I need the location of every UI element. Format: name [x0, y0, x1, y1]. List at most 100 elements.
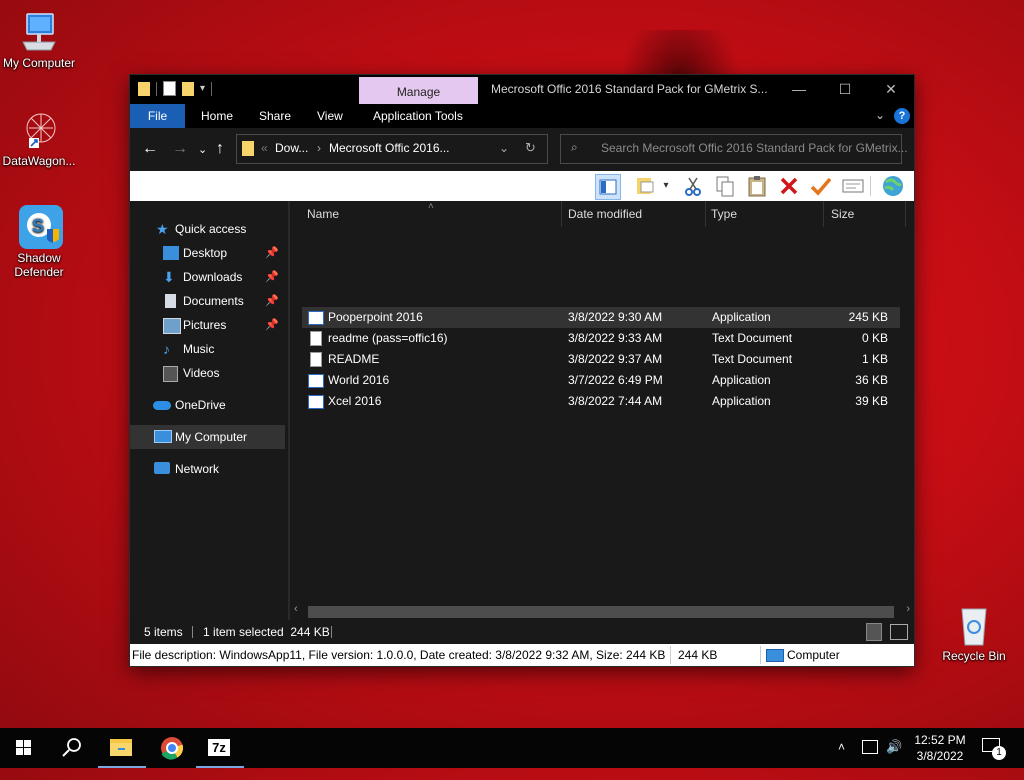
details-view-button[interactable]: [866, 623, 882, 641]
nav-downloads[interactable]: ⬇ Downloads 📌: [130, 265, 285, 289]
pin-icon[interactable]: 📌: [265, 289, 279, 313]
scroll-right-icon[interactable]: ›: [906, 603, 910, 615]
ribbon-tabs: File Home Share View Application Tools ⌄…: [130, 104, 914, 128]
file-description: File description: WindowsApp11, File ver…: [132, 648, 666, 662]
cut-icon[interactable]: [681, 174, 705, 198]
paste-icon[interactable]: [745, 174, 769, 198]
clock[interactable]: 12:52 PM 3/8/2022: [910, 732, 970, 772]
taskbar-7zip[interactable]: 7z: [196, 728, 244, 768]
back-button[interactable]: ←: [142, 140, 158, 158]
nav-label: Desktop: [183, 246, 228, 260]
desktop-icon-datawagon[interactable]: DataWagon...: [0, 108, 79, 168]
file-size: 0 KB: [861, 331, 888, 345]
tab-file[interactable]: File: [130, 104, 185, 128]
file-name: Pooperpoint 2016: [328, 310, 423, 324]
table-row[interactable]: readme (pass=offic16) 3/8/2022 9:33 AM T…: [302, 328, 900, 349]
scroll-left-icon[interactable]: ‹: [294, 603, 298, 615]
network-tray-icon[interactable]: [862, 740, 878, 754]
new-folder-icon[interactable]: [182, 81, 194, 96]
taskbar-chrome[interactable]: [148, 728, 196, 768]
globe-icon[interactable]: [881, 174, 905, 198]
breadcrumb-overflow-icon[interactable]: «: [261, 141, 268, 155]
computer-icon: [17, 10, 61, 54]
file-name: readme (pass=offic16): [328, 331, 448, 345]
table-row[interactable]: README 3/8/2022 9:37 AM Text Document 1 …: [302, 349, 900, 370]
pin-icon[interactable]: 📌: [265, 241, 279, 265]
new-item-dropdown-icon[interactable]: ▾: [660, 174, 672, 198]
taskbar-file-explorer[interactable]: [98, 728, 146, 768]
scrollbar-thumb[interactable]: [308, 606, 894, 618]
breadcrumb-separator-icon[interactable]: ›: [317, 141, 321, 155]
file-date: 3/7/2022 6:49 PM: [568, 373, 663, 387]
nav-label: Network: [175, 462, 220, 476]
expand-ribbon-icon[interactable]: ⌄: [875, 108, 885, 122]
nav-music[interactable]: ♪ Music: [130, 337, 285, 361]
nav-network[interactable]: Network: [130, 457, 285, 481]
nav-quick-access[interactable]: ★ Quick access: [130, 217, 285, 241]
nav-pictures[interactable]: Pictures 📌: [130, 313, 285, 337]
command-toolbar: ▾: [130, 171, 914, 201]
file-size: 245 KB: [848, 310, 888, 324]
preview-pane-icon[interactable]: [595, 174, 621, 200]
customize-qat-icon[interactable]: ▾: [200, 83, 205, 94]
recent-locations-button[interactable]: ⌄: [198, 143, 207, 156]
large-icons-view-button[interactable]: [890, 624, 908, 640]
address-bar[interactable]: « Dow... › Mecrosoft Offic 2016... ⌄ ↻: [236, 134, 548, 164]
desktop-icon-shadow-defender[interactable]: S Shadow Defender: [0, 205, 79, 279]
tab-share[interactable]: Share: [245, 104, 305, 128]
maximize-button[interactable]: ☐: [822, 75, 868, 104]
folder-icon[interactable]: [138, 81, 150, 96]
tab-manage[interactable]: Manage: [359, 77, 478, 104]
table-row[interactable]: Xcel 2016 3/8/2022 7:44 AM Application 3…: [302, 391, 900, 412]
recycle-bin-icon: [952, 603, 996, 647]
nav-label: Videos: [183, 366, 220, 380]
breadcrumb-item[interactable]: Dow...: [275, 141, 308, 155]
volume-icon[interactable]: 🔊: [886, 739, 902, 779]
show-hidden-icons-button[interactable]: ˄: [838, 740, 845, 780]
table-row[interactable]: World 2016 3/7/2022 6:49 PM Application …: [302, 370, 900, 391]
address-dropdown-icon[interactable]: ⌄: [499, 141, 509, 155]
properties-icon[interactable]: [163, 81, 176, 96]
nav-desktop[interactable]: Desktop 📌: [130, 241, 285, 265]
help-icon[interactable]: ?: [894, 108, 910, 124]
up-button[interactable]: ↑: [216, 140, 224, 158]
column-header-name[interactable]: Name: [307, 201, 562, 227]
forward-button[interactable]: →: [172, 140, 188, 158]
nav-my-computer[interactable]: My Computer: [130, 425, 285, 449]
pin-icon[interactable]: 📌: [265, 265, 279, 289]
network-icon: [154, 462, 170, 474]
pin-icon[interactable]: 📌: [265, 313, 279, 337]
file-description-bar: File description: WindowsApp11, File ver…: [130, 644, 914, 666]
checkmark-icon[interactable]: [809, 174, 833, 198]
breadcrumb-item[interactable]: Mecrosoft Offic 2016...: [329, 141, 450, 155]
search-input[interactable]: ⌕ Search Mecrosoft Offic 2016 Standard P…: [560, 134, 908, 164]
file-size-status: 244 KB: [678, 648, 718, 662]
desktop-icon-my-computer[interactable]: My Computer: [0, 10, 79, 70]
tab-application-tools[interactable]: Application Tools: [359, 104, 477, 128]
nav-videos[interactable]: Videos: [130, 361, 285, 385]
copy-icon[interactable]: [713, 174, 737, 198]
svg-text:S: S: [32, 216, 44, 236]
minimize-button[interactable]: —: [776, 75, 822, 104]
nav-documents[interactable]: Documents 📌: [130, 289, 285, 313]
nav-onedrive[interactable]: OneDrive: [130, 393, 285, 417]
desktop-icon-label: Recycle Bin: [942, 649, 1006, 663]
column-header-type[interactable]: Type: [711, 201, 824, 227]
properties-icon[interactable]: [841, 174, 865, 198]
table-row[interactable]: Pooperpoint 2016 3/8/2022 9:30 AM Applic…: [302, 307, 900, 328]
tab-view[interactable]: View: [303, 104, 357, 128]
new-item-icon[interactable]: [633, 174, 657, 198]
start-button[interactable]: [0, 728, 48, 768]
column-header-date[interactable]: Date modified: [568, 201, 706, 227]
close-button[interactable]: ✕: [868, 75, 914, 104]
column-header-size[interactable]: Size: [831, 201, 906, 227]
search-button[interactable]: [48, 728, 96, 768]
tab-home[interactable]: Home: [187, 104, 247, 128]
clock-date: 3/8/2022: [916, 749, 964, 763]
file-type: Application: [712, 373, 771, 387]
desktop-icon-recycle-bin[interactable]: Recycle Bin: [934, 603, 1014, 663]
nav-label: OneDrive: [175, 398, 226, 412]
delete-icon[interactable]: [777, 174, 801, 198]
refresh-icon[interactable]: ↻: [525, 140, 536, 156]
folder-icon: [242, 141, 254, 156]
